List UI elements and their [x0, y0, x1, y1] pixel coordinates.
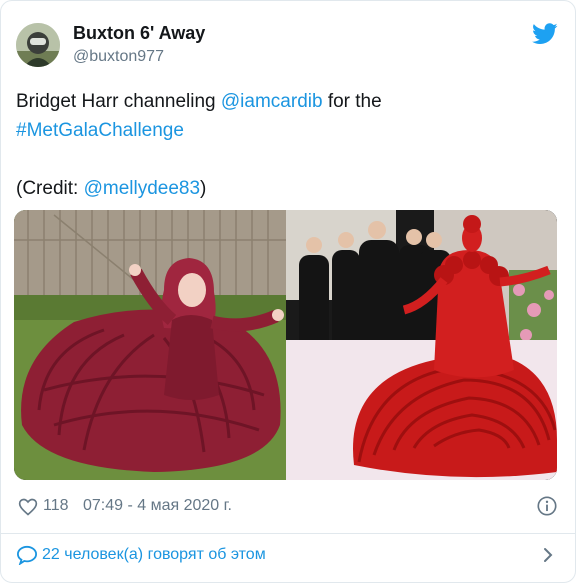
conversation-link[interactable]: 22 человек(а) говорят об этом: [16, 543, 561, 567]
child-in-red-blanket-gown-photo[interactable]: [14, 210, 286, 480]
like-count[interactable]: 118: [43, 497, 69, 515]
conversation-count-text[interactable]: 22 человек(а) говорят об этом: [42, 546, 266, 564]
credit-suffix: ): [200, 178, 207, 199]
avatar[interactable]: [16, 23, 60, 67]
info-icon[interactable]: [536, 495, 558, 517]
hashtag-link[interactable]: #MetGalaChallenge: [16, 120, 184, 141]
tweet-line-2: #MetGalaChallenge: [16, 116, 556, 145]
media-photos: [14, 210, 557, 480]
tweet-text-prefix: Bridget Harr channeling: [16, 91, 221, 112]
credit-prefix: (Credit:: [16, 178, 84, 199]
avatar-photo: [16, 23, 60, 67]
tweet-text: Bridget Harr channeling @iamcardib for t…: [16, 87, 556, 203]
mention-link-iamcardib[interactable]: @iamcardib: [221, 91, 323, 112]
author-display-name[interactable]: Buxton 6' Away: [73, 23, 205, 44]
tweet-timestamp[interactable]: 07:49 - 4 мая 2020 г.: [83, 497, 232, 515]
tweet-text-mid: for the: [322, 91, 382, 112]
author-handle[interactable]: @buxton977: [73, 48, 164, 66]
tweet-card: Buxton 6' Away @buxton977 Bridget Harr c…: [0, 0, 576, 583]
mention-link-mellydee83[interactable]: @mellydee83: [84, 178, 200, 199]
speech-bubble-icon: [16, 545, 38, 565]
tweet-line-3: (Credit: @mellydee83): [16, 174, 556, 203]
red-carpet-red-gown-photo[interactable]: [286, 210, 557, 480]
tweet-meta: 118 07:49 - 4 мая 2020 г.: [16, 495, 561, 519]
heart-icon[interactable]: [18, 497, 38, 517]
chevron-right-icon[interactable]: [541, 546, 555, 564]
tweet-line-1: Bridget Harr channeling @iamcardib for t…: [16, 87, 556, 116]
divider: [1, 533, 575, 534]
twitter-bird-icon[interactable]: [532, 23, 558, 45]
tweet-media[interactable]: [14, 210, 557, 480]
